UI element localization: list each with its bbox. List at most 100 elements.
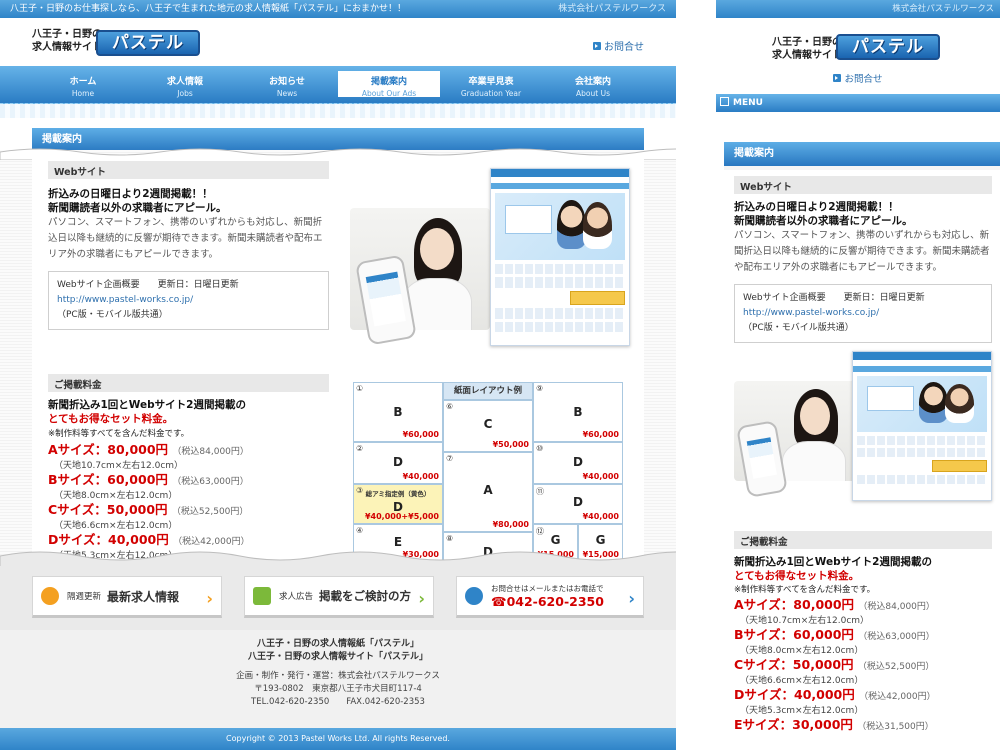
footer-line: 八王子・日野の求人情報紙「パステル」 (256, 639, 419, 649)
banner-small: お問合せはメールまたはお電話で (491, 584, 604, 593)
banner-phone: 042-620-2350 (506, 594, 604, 609)
price-size: （天地10.7cm×左右12.0cm） (740, 616, 870, 626)
banner-advertise[interactable]: 求人広告 掲載をご検討の方 › (244, 576, 434, 618)
nav-jobs[interactable]: 求人情報 Jobs (134, 71, 236, 103)
mobile-price-item: Dサイズ：40,000円 （税込42,000円） （天地5.3cm×左右12.0… (734, 687, 992, 717)
mobile-pricing-lead2: とてもお得なセット料金。 (734, 570, 860, 582)
cell-letter: D (573, 495, 583, 509)
nav-about-ads[interactable]: 掲載案内 About Our Ads (338, 71, 440, 98)
site-url-link[interactable]: http://www.pastel-works.co.jp/ (57, 295, 193, 305)
banner-latest-jobs[interactable]: 隔週更新 最新求人情報 › (32, 576, 222, 618)
website-info-box: Webサイト企画概要 更新日：日曜日更新 http://www.pastel-w… (48, 271, 329, 330)
cell-letter: B (573, 405, 583, 419)
price-name: Bサイズ：60,000円 (734, 627, 854, 642)
price-size: （天地6.6cm×左右12.0cm） (740, 676, 864, 686)
cell-num: ⑦ (446, 454, 454, 463)
mobile-pricing-heading: ご掲載料金 (734, 531, 992, 549)
logo-text: パステル (112, 33, 184, 53)
nav-graduation[interactable]: 卒業早見表 Graduation Year (440, 71, 542, 103)
mobile-info-box: Webサイト企画概要 更新日：日曜日更新 http://www.pastel-w… (734, 284, 992, 343)
cell-price: ¥50,000 (492, 440, 529, 449)
cell-num: ⑨ (536, 384, 544, 393)
price-tax: （税込42,000円） (173, 537, 250, 547)
website-lead2: 新聞購読者以外の求職者にアピール。 (48, 202, 227, 214)
decorative-band (0, 104, 676, 118)
mobile-price-item: Eサイズ：30,000円 （税込31,500円） (734, 717, 992, 735)
cell-price: ¥60,000 (402, 430, 439, 439)
price-tax: （税込84,000円） (858, 602, 935, 612)
cell-note: 総アミ指定例（黄色） (365, 490, 431, 498)
menu-label: MENU (733, 98, 763, 108)
mobile-pricing-lead1: 新聞折込み1回とWebサイト2週間掲載の (734, 556, 932, 568)
mobile-content: 掲載案内 Webサイト 折込みの日曜日より2週間掲載！！ 新聞購読者以外の求職者… (724, 142, 1000, 750)
cell-price: ¥40,000 (582, 512, 619, 521)
info-note: （PC版・モバイル版共通） (743, 323, 854, 333)
section-title: 掲載案内 (42, 134, 82, 145)
nav-about-us[interactable]: 会社案内 About Us (542, 71, 644, 103)
contact-link[interactable]: お問合せ (593, 38, 644, 53)
price-name: Aサイズ：80,000円 (48, 442, 169, 457)
cell-letter: C (483, 417, 493, 431)
cell-num: ④ (356, 526, 364, 535)
brand-sub-line1: 八王子・日野の (32, 29, 102, 40)
footer-address: 〒193-0802 東京都八王子市犬目町117-4 (254, 684, 422, 694)
price-tax: （税込63,000円） (858, 632, 935, 642)
grid-title: 紙面レイアウト例 (443, 382, 533, 400)
grid-cell-highlighted: ③ 総アミ指定例（黄色） D ¥40,000+¥5,000 (353, 484, 443, 524)
price-tax: （税込52,500円） (857, 662, 935, 672)
pricing-note: ※制作料等すべてを含んだ料金です。 (48, 429, 190, 439)
nav-sublabel: News (276, 89, 298, 98)
cell-price: ¥80,000 (492, 520, 529, 529)
nav-label: 会社案内 (574, 77, 611, 87)
website-screenshot (852, 351, 992, 501)
contact-link-label: お問合せ (604, 42, 644, 53)
document-icon (253, 587, 271, 605)
mobile-content-card: Webサイト 折込みの日曜日より2週間掲載！！ 新聞購読者以外の求職者にアピール… (724, 170, 1000, 750)
grid-cell: ⑦ A ¥80,000 (443, 452, 533, 532)
brand-sub-line2: 求人情報サイト (32, 42, 102, 53)
brand-sub-line1: 八王子・日野の (772, 37, 842, 48)
mobile-site-logo[interactable]: パステル (836, 34, 940, 60)
footer: 八王子・日野の求人情報紙「パステル」 八王子・日野の求人情報サイト「パステル」 … (0, 630, 676, 728)
nav-sublabel: About Us (576, 89, 610, 98)
mobile-contact-link[interactable]: お問合せ (716, 68, 1000, 88)
nav-label: お知らせ (269, 77, 305, 87)
banner-contact[interactable]: お問合せはメールまたはお電話で ☎042-620-2350 › (456, 576, 644, 618)
price-size: （天地6.6cm×左右12.0cm） (54, 521, 178, 531)
cell-price: ¥40,000 (582, 472, 619, 481)
nav-sublabel: Home (71, 89, 95, 98)
mobile-image-composite (734, 351, 992, 503)
cell-num: ⑥ (446, 402, 454, 411)
arrow-square-icon (593, 41, 601, 50)
chevron-right-icon: › (628, 589, 635, 608)
price-size: （天地8.0cm×左右12.0cm） (54, 491, 178, 501)
main-nav: ホーム Home 求人情報 Jobs お知らせ News 掲載案内 About Our … (0, 66, 676, 104)
price-tax: （税込52,500円） (171, 507, 249, 517)
mobile-site-url-link[interactable]: http://www.pastel-works.co.jp/ (743, 308, 879, 318)
price-size: （天地10.7cm×左右12.0cm） (54, 461, 184, 471)
banner-small: 隔週更新 (67, 592, 102, 602)
cell-price: ¥60,000 (582, 430, 619, 439)
logo-text: パステル (852, 37, 924, 57)
price-name: Aサイズ：80,000円 (734, 597, 855, 612)
grid-cell: ① B ¥60,000 (353, 382, 443, 442)
nav-label: ホーム (69, 77, 97, 87)
price-tax: （税込31,500円） (857, 722, 934, 732)
nav-home[interactable]: ホーム Home (32, 71, 134, 103)
grid-cell: ⑩ D ¥40,000 (533, 442, 623, 484)
paper-layout-grid: 紙面レイアウト例 ① B ¥60,000 ② D ¥40,000 ③ 総アミ指定… (353, 382, 623, 562)
nav-news[interactable]: お知らせ News (236, 71, 338, 103)
website-lead1: 折込みの日曜日より2週間掲載！！ (48, 188, 213, 200)
top-company: 株式会社パステルワークス (558, 4, 666, 14)
chevron-right-icon: › (206, 589, 213, 608)
footer-phone: TEL.042-620-2350 FAX.042-620-2353 (251, 697, 425, 707)
mobile-lead1: 折込みの日曜日より2週間掲載！！ (734, 201, 899, 213)
nav-sublabel: Jobs (177, 89, 193, 98)
price-item-b: Bサイズ：60,000円 （税込63,000円） （天地8.0cm×左右12.0… (48, 472, 329, 502)
site-logo[interactable]: パステル (96, 30, 200, 56)
wave-divider-bottom (0, 551, 676, 568)
pricing-lead1: 新聞折込み1回とWebサイト2週間掲載の (48, 399, 246, 411)
mobile-pricing-note: ※制作料等すべてを含んだ料金です。 (734, 585, 876, 595)
mobile-menu-button[interactable]: MENU (716, 94, 1000, 112)
pricing-lead2: とてもお得なセット料金。 (48, 413, 174, 425)
